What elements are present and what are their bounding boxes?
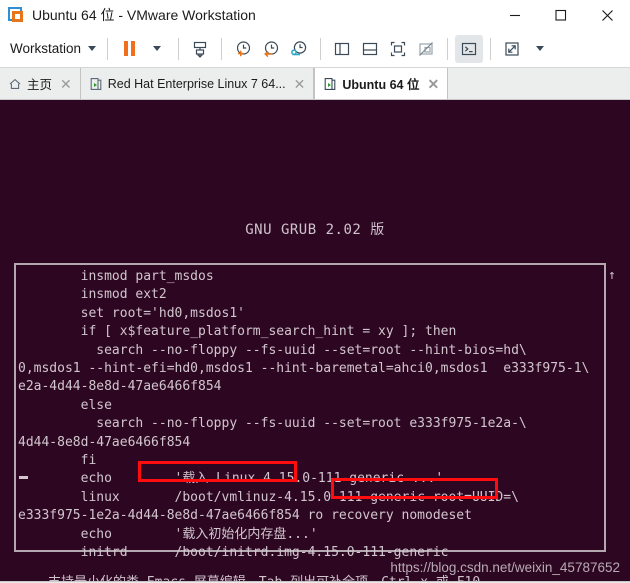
tab-label: Red Hat Enterprise Linux 7 64... bbox=[107, 76, 286, 91]
toolbar-divider bbox=[221, 37, 223, 60]
console-view-button[interactable] bbox=[455, 34, 484, 63]
chevron-down-icon bbox=[88, 46, 97, 51]
take-snapshot-button[interactable] bbox=[229, 35, 257, 63]
snapshot-save-icon bbox=[193, 41, 207, 58]
minimize-icon[interactable] bbox=[492, 0, 538, 30]
chevron-down-icon bbox=[153, 46, 162, 51]
unity-disabled-icon bbox=[419, 41, 433, 56]
window-controls bbox=[492, 0, 630, 30]
clock-back-icon bbox=[264, 40, 279, 57]
stretch-view-button[interactable] bbox=[498, 35, 526, 63]
clock-plus-icon bbox=[236, 40, 251, 56]
toolbar-divider bbox=[178, 37, 180, 60]
toolbar-divider bbox=[490, 37, 492, 60]
text-cursor bbox=[19, 476, 28, 479]
snapshot-button[interactable] bbox=[186, 35, 214, 63]
terminal-icon bbox=[461, 42, 477, 55]
grub-heading: GNU GRUB 2.02 版 bbox=[245, 222, 385, 238]
tab-close-icon[interactable]: ✕ bbox=[292, 77, 308, 91]
chevron-down-icon bbox=[536, 46, 545, 51]
vm-play-icon bbox=[89, 77, 103, 91]
maximize-icon[interactable] bbox=[538, 0, 584, 30]
title-bar: Ubuntu 64 位 - VMware Workstation bbox=[0, 0, 630, 30]
vm-play-icon bbox=[323, 77, 337, 91]
vm-console-screen[interactable]: GNU GRUB 2.02 版 insmod part_msdos insmod… bbox=[0, 100, 630, 581]
tab-bar: 主页 ✕ Red Hat Enterprise Linux 7 64... ✕ … bbox=[0, 68, 630, 100]
tab-label: 主页 bbox=[27, 78, 53, 92]
tab-label: Ubuntu 64 位 bbox=[342, 78, 420, 92]
revert-snapshot-button[interactable] bbox=[257, 35, 285, 63]
vmware-logo-icon bbox=[8, 7, 24, 23]
fullscreen-button[interactable] bbox=[384, 35, 412, 63]
pause-dropdown-button[interactable] bbox=[143, 35, 171, 63]
tab-ubuntu64[interactable]: Ubuntu 64 位 ✕ bbox=[314, 68, 449, 99]
show-library-button[interactable] bbox=[328, 35, 356, 63]
scroll-up-indicator-icon: ↑ bbox=[608, 268, 616, 283]
toolbar-divider bbox=[320, 37, 322, 60]
fullscreen-icon bbox=[390, 41, 406, 56]
window-title: Ubuntu 64 位 - VMware Workstation bbox=[32, 7, 256, 23]
show-thumbnails-button[interactable] bbox=[356, 35, 384, 63]
expand-arrows-icon bbox=[505, 41, 519, 56]
panel-bottom-icon bbox=[362, 42, 378, 55]
view-dropdown-button[interactable] bbox=[526, 35, 554, 63]
pause-icon bbox=[123, 41, 135, 56]
toolbar-divider bbox=[447, 37, 449, 60]
tab-close-icon[interactable]: ✕ bbox=[425, 77, 441, 91]
tab-home[interactable]: 主页 ✕ bbox=[0, 68, 81, 99]
panel-left-icon bbox=[334, 42, 350, 55]
home-icon bbox=[8, 77, 22, 91]
close-icon[interactable] bbox=[584, 0, 630, 30]
tab-close-icon[interactable]: ✕ bbox=[58, 77, 74, 91]
workstation-menu-button[interactable]: Workstation bbox=[6, 38, 100, 59]
watermark-url: https://blog.csdn.net/weixin_45787652 bbox=[390, 560, 620, 575]
snapshot-manager-button[interactable] bbox=[285, 35, 313, 63]
tab-rhel7[interactable]: Red Hat Enterprise Linux 7 64... ✕ bbox=[80, 68, 315, 99]
toolbar: Workstation bbox=[0, 30, 630, 68]
toolbar-divider bbox=[107, 37, 109, 60]
workstation-menu-label: Workstation bbox=[10, 41, 82, 56]
unity-mode-button[interactable] bbox=[412, 35, 440, 63]
clock-wrench-icon bbox=[291, 40, 307, 55]
grub-code-text[interactable]: insmod part_msdos insmod ext2 set root='… bbox=[18, 268, 598, 563]
pause-vm-button[interactable] bbox=[115, 35, 143, 63]
